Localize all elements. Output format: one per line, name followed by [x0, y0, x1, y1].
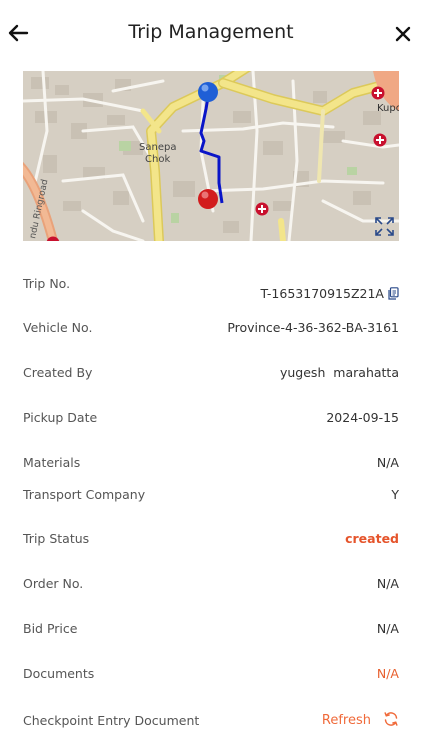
created-by-value: yugesh marahatta [279, 365, 399, 380]
materials-label: Materials [23, 455, 81, 470]
start-location-marker[interactable] [198, 82, 218, 102]
refresh-button[interactable]: Refresh [322, 711, 399, 728]
documents-row: Documents N/A [23, 666, 399, 682]
copy-icon[interactable] [388, 287, 399, 300]
bid-price-label: Bid Price [23, 621, 78, 636]
refresh-label: Refresh [321, 713, 371, 728]
map-label-kupo: Kupo [377, 103, 399, 114]
vehicle-no-label: Vehicle No. [23, 320, 93, 335]
created-by-label: Created By [23, 365, 93, 380]
status-badge: created [345, 531, 399, 546]
checkpoint-label: Checkpoint Entry Document [23, 713, 200, 728]
transport-company-row: Transport Company Y [23, 487, 399, 503]
pickup-date-label: Pickup Date [23, 410, 98, 425]
order-no-row: Order No. N/A [23, 576, 399, 592]
trip-no-value: T-1653170915Z21A [260, 286, 384, 301]
trip-no-label: Trip No. [23, 276, 71, 291]
trip-no-row: Trip No. T-1653170915Z21A [23, 276, 399, 306]
pickup-date-value: 2024-09-15 [326, 410, 399, 425]
order-no-value: N/A [376, 576, 399, 591]
transport-company-label: Transport Company [23, 487, 146, 502]
order-no-label: Order No. [23, 576, 84, 591]
vehicle-no-row: Vehicle No. Province-4-36-362-BA-3161 [23, 320, 399, 336]
bid-price-row: Bid Price N/A [23, 621, 399, 637]
page-title: Trip Management [128, 21, 294, 43]
trip-no-value-wrap: T-1653170915Z21A [260, 286, 399, 301]
transport-company-value: Y [391, 487, 399, 502]
close-button[interactable] [392, 23, 414, 45]
hospital-icon [255, 202, 269, 216]
vehicle-no-value: Province-4-36-362-BA-3161 [227, 320, 399, 335]
documents-label: Documents [23, 666, 95, 681]
materials-value: N/A [376, 455, 399, 470]
close-icon [395, 26, 411, 42]
map-label-chok: Chok [145, 154, 170, 165]
trip-status-row: Trip Status created [23, 531, 399, 547]
pickup-date-row: Pickup Date 2024-09-15 [23, 410, 399, 426]
hospital-icon [373, 133, 387, 147]
hospital-icon [371, 86, 385, 100]
map-canvas[interactable]: Sanepa Chok Kupo ndu Ringroad [23, 71, 399, 241]
bid-price-value: N/A [376, 621, 399, 636]
trip-status-label: Trip Status [23, 531, 90, 546]
end-location-marker[interactable] [198, 189, 218, 209]
checkpoint-row: Checkpoint Entry Document Refresh [23, 712, 399, 732]
materials-row: Materials N/A [23, 455, 399, 471]
created-by-row: Created By yugesh marahatta [23, 365, 399, 381]
header-bar: Trip Management [0, 0, 422, 66]
documents-link[interactable]: N/A [377, 666, 399, 681]
refresh-icon [384, 712, 398, 726]
trip-route-map[interactable]: Sanepa Chok Kupo ndu Ringroad [23, 71, 399, 241]
map-label-sanepa: Sanepa [139, 142, 176, 153]
